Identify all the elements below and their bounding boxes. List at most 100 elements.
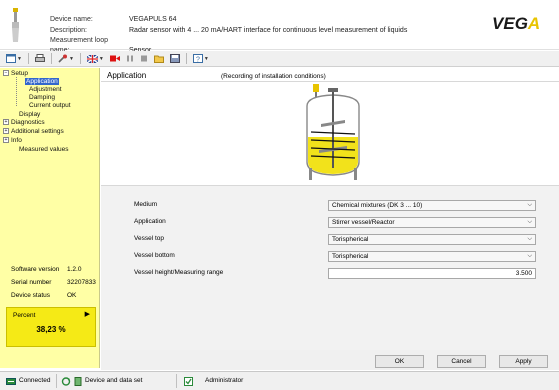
software-version-label: Software version (11, 266, 60, 273)
application-selected-value: Stirrer vessel/Reactor (332, 219, 395, 226)
tree-item-damping[interactable]: Damping (29, 94, 55, 102)
toolbar-separator (185, 53, 187, 64)
print-button[interactable] (33, 53, 47, 65)
vessel-bottom-label: Vessel bottom (134, 252, 175, 259)
tree-item-current-output[interactable]: Current output (29, 102, 71, 110)
vega-logo: VEGA (492, 14, 540, 34)
agitator-motor-icon (328, 88, 338, 92)
status-bar: Connected Device and data set Administra… (0, 371, 559, 390)
pause-button[interactable] (124, 53, 136, 65)
radar-sensor-icon (12, 8, 19, 42)
application-label: Application (134, 218, 166, 225)
tree-item-application[interactable]: Application (25, 78, 59, 86)
chevron-down-icon[interactable]: ⌵ (527, 201, 532, 210)
tree-item-measured-values[interactable]: Measured values (19, 146, 69, 154)
save-icon (169, 54, 180, 63)
device-name-value: VEGAPULS 64 (129, 16, 177, 23)
tree-item-display[interactable]: Display (19, 111, 40, 119)
vessel-height-input[interactable]: 3.500 (328, 268, 536, 279)
serial-number-row: Serial number 32207833 (11, 278, 96, 287)
stop-icon (140, 55, 147, 62)
tree-item-adjustment[interactable]: Adjustment (29, 86, 62, 94)
pause-icon (126, 55, 133, 62)
cancel-button[interactable]: Cancel (437, 355, 486, 368)
stop-button[interactable] (138, 53, 150, 65)
device-data-set-text: Device and data set (85, 377, 143, 384)
expand-icon[interactable]: + (3, 137, 9, 144)
toolbar-separator (50, 53, 52, 64)
tree-label-application: Application (25, 78, 59, 85)
toolbar-separator (79, 53, 81, 64)
tree-connector (16, 77, 17, 106)
agitator-shaft-icon (332, 88, 334, 168)
device-status-row: Device status OK (11, 291, 76, 300)
connection-status-text: Connected (19, 377, 51, 384)
vessel-bottom-selected-value: Torispherical (332, 253, 369, 260)
save-button[interactable] (168, 53, 182, 65)
serial-number-value: 32207833 (67, 279, 96, 286)
checkbox-icon (184, 376, 193, 386)
vessel-leg (354, 168, 357, 180)
device-name-row: Device name: VEGAPULS 64 (50, 15, 176, 25)
flag-icon (86, 54, 98, 63)
chevron-down-icon[interactable]: ⌵ (527, 235, 532, 244)
user-role-text: Administrator (205, 377, 244, 384)
software-version-row: Software version 1.2.0 (11, 265, 81, 274)
chevron-down-icon: ▼ (203, 55, 209, 62)
help-icon: ? (192, 54, 203, 64)
svg-text:?: ? (196, 57, 200, 64)
view-button[interactable]: ▼ (4, 53, 24, 65)
chevron-down-icon[interactable]: ⌵ (527, 218, 532, 227)
loop-name-row: Measurement loop name:Sensor (50, 36, 151, 54)
chevron-down-icon[interactable]: ⌵ (527, 252, 532, 261)
software-version-value: 1.2.0 (67, 266, 82, 273)
language-button[interactable]: ▼ (85, 53, 106, 65)
description-label: Description: (50, 27, 87, 34)
tree-label-setup: Setup (11, 70, 28, 77)
record-button[interactable] (108, 53, 122, 65)
arrow-right-icon[interactable]: ▶ (85, 310, 90, 318)
apply-button[interactable]: Apply (499, 355, 548, 368)
device-status-label: Device status (11, 292, 51, 299)
vessel-top-select[interactable]: Torispherical ⌵ (328, 234, 536, 245)
tree-label-damping: Damping (29, 94, 56, 101)
open-button[interactable] (152, 53, 166, 65)
tree-label-info: Info (11, 137, 22, 144)
stirrer-vessel-illustration (306, 84, 360, 180)
tree-item-setup[interactable]: − Setup (3, 70, 28, 78)
expand-icon[interactable]: + (3, 119, 9, 126)
expand-icon[interactable]: + (3, 128, 9, 135)
vessel-bottom-select[interactable]: Torispherical ⌵ (328, 251, 536, 262)
tree-item-additional-settings[interactable]: + Additional settings (3, 128, 64, 136)
tree-label-diagnostics: Diagnostics (11, 119, 45, 126)
medium-select[interactable]: Chemical mixtures (DK 3 ... 10) ⌵ (328, 200, 536, 211)
description-row: Description: Radar sensor with 4 ... 20 m… (50, 26, 407, 36)
collapse-icon[interactable]: − (3, 70, 9, 77)
percent-label: Percent (13, 312, 36, 319)
tree-item-info[interactable]: + Info (3, 137, 22, 145)
description-value: Radar sensor with 4 ... 20 mA/HART inter… (129, 27, 408, 34)
title-bar (101, 68, 559, 82)
status-separator (56, 374, 57, 388)
folder-icon (153, 55, 164, 63)
connected-icon (6, 377, 16, 385)
medium-selected-value: Chemical mixtures (DK 3 ... 10) (332, 202, 423, 209)
toolbar: ▼ ▼ ▼ ? ▼ (0, 51, 559, 67)
tree-item-diagnostics[interactable]: + Diagnostics (3, 119, 45, 127)
medium-label: Medium (134, 201, 158, 208)
percent-display[interactable]: Percent ▶ 38,23 % (6, 307, 96, 347)
ok-button[interactable]: OK (375, 355, 424, 368)
dialog-button-bar (101, 350, 559, 370)
print-icon (34, 54, 45, 62)
vessel-height-label: Vessel height/Measuring range (134, 269, 224, 276)
application-select[interactable]: Stirrer vessel/Reactor ⌵ (328, 217, 536, 228)
page-subtitle: (Recording of installation conditions) (221, 73, 326, 80)
chevron-down-icon: ▼ (68, 55, 74, 62)
status-separator (176, 374, 177, 388)
help-button[interactable]: ? ▼ (191, 53, 211, 65)
view-icon (6, 54, 16, 63)
chevron-down-icon: ▼ (17, 55, 22, 62)
tools-button[interactable]: ▼ (56, 53, 76, 65)
page-title: Application (107, 71, 147, 80)
vessel-leg (309, 168, 312, 180)
